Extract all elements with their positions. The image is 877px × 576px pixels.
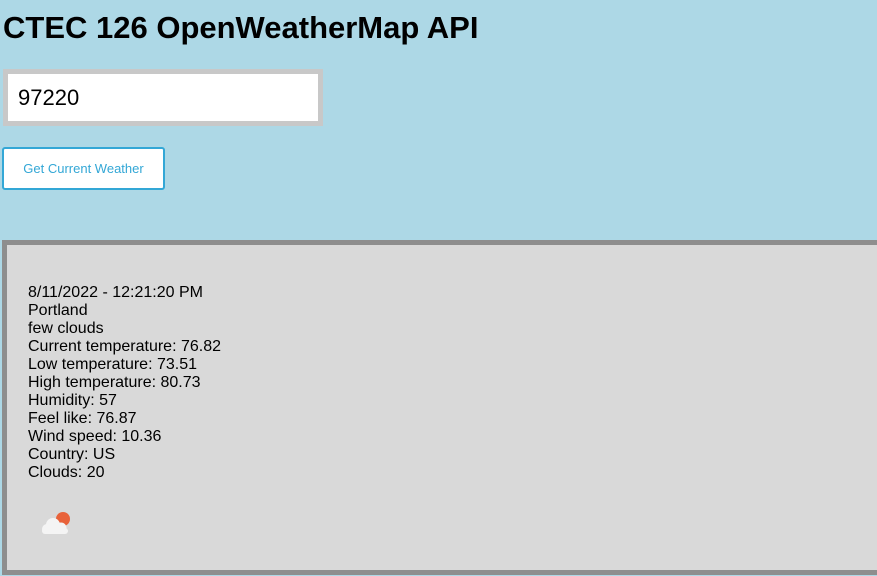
few-clouds-day-icon [42, 512, 70, 534]
weather-low-temperature: Low temperature: 73.51 [28, 356, 197, 373]
weather-current-temperature: Current temperature: 76.82 [28, 338, 221, 355]
weather-feels-like: Feel like: 76.87 [28, 410, 137, 427]
weather-datetime: 8/11/2022 - 12:21:20 PM [28, 284, 203, 301]
weather-city: Portland [28, 302, 88, 319]
weather-humidity: Humidity: 57 [28, 392, 117, 409]
get-current-weather-button[interactable]: Get Current Weather [2, 147, 165, 190]
zip-code-input[interactable] [3, 69, 323, 126]
weather-wind-speed: Wind speed: 10.36 [28, 428, 162, 445]
weather-country: Country: US [28, 446, 116, 463]
weather-results-panel: 8/11/2022 - 12:21:20 PM Portland few clo… [2, 240, 877, 575]
weather-description: few clouds [28, 320, 104, 337]
weather-clouds: Clouds: 20 [28, 464, 105, 481]
weather-details: 8/11/2022 - 12:21:20 PM Portland few clo… [28, 284, 221, 482]
page-title: CTEC 126 OpenWeatherMap API [3, 10, 479, 45]
weather-high-temperature: High temperature: 80.73 [28, 374, 201, 391]
